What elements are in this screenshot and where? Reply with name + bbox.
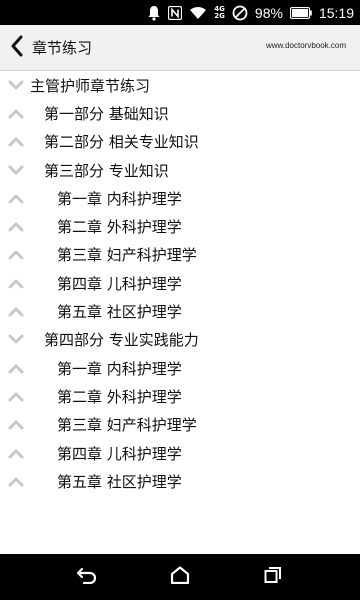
tree-item-label: 第四部分 专业实践能力 [44, 331, 199, 350]
back-button[interactable] [2, 25, 32, 71]
page-title: 章节练习 [32, 39, 93, 57]
chevron-up-icon[interactable] [8, 475, 24, 487]
chevron-up-icon[interactable] [8, 362, 24, 374]
system-nav-bar [0, 554, 360, 600]
chevron-up-icon[interactable] [8, 306, 24, 318]
tree-item-label: 第二部分 相关专业知识 [44, 133, 199, 152]
tree-item-label: 第二章 外科护理学 [57, 387, 182, 406]
tree-item-level-2[interactable]: 第四章 儿科护理学 [0, 439, 360, 467]
chapter-tree: 主管护师章节练习第一部分 基础知识第二部分 相关专业知识 第三部分 专业知识第一章… [0, 71, 360, 495]
chevron-up-icon[interactable] [8, 277, 24, 289]
nav-home-button[interactable] [160, 554, 200, 600]
tree-item-label: 第一章 内科护理学 [57, 189, 182, 208]
tree-item-level-2[interactable]: 第五章 社区护理学 [0, 467, 360, 495]
tree-item-level-2[interactable]: 第四章 儿科护理学 [0, 269, 360, 297]
tree-item-label: 第四章 儿科护理学 [57, 444, 182, 463]
chevron-down-icon[interactable] [8, 164, 24, 176]
battery-percentage: 98% [254, 4, 283, 21]
tree-item-label: 第五章 社区护理学 [57, 303, 182, 322]
recent-apps-icon [264, 566, 282, 588]
tree-item-label: 第一部分 基础知识 [44, 104, 169, 123]
do-not-disturb-icon [232, 5, 248, 21]
tree-item-label: 第二章 外科护理学 [57, 218, 182, 237]
battery-icon [289, 6, 312, 19]
chevron-up-icon[interactable] [8, 447, 24, 459]
tree-item-label: 第一章 内科护理学 [57, 359, 182, 378]
tree-item-level-2[interactable]: 第三章 妇产科护理学 [0, 411, 360, 439]
chevron-left-icon [10, 35, 24, 61]
chevron-down-icon[interactable] [8, 334, 24, 346]
tree-item-label: 第四章 儿科护理学 [57, 274, 182, 293]
nav-back-button[interactable] [67, 554, 107, 600]
tree-item-label: 第三章 妇产科护理学 [57, 246, 197, 265]
chevron-down-icon[interactable] [8, 79, 24, 91]
chevron-up-icon[interactable] [8, 136, 24, 148]
notification-bell-icon [147, 5, 161, 21]
tree-item-level-2[interactable]: 第三章 妇产科护理学 [0, 241, 360, 269]
tree-item-level-1[interactable]: 第三部分 专业知识 [0, 156, 360, 184]
network-type-indicator: 4G 2G [214, 5, 225, 20]
tree-item-level-2[interactable]: 第二章 外科护理学 [0, 212, 360, 240]
site-url: www.doctorvbook.com [265, 41, 346, 50]
status-bar: 4G 2G 98% 15:19 [0, 0, 360, 25]
nfc-icon [168, 5, 183, 20]
tree-item-label: 第五章 社区护理学 [57, 472, 182, 491]
tree-item-level-1[interactable]: 第四部分 专业实践能力 [0, 326, 360, 354]
chevron-up-icon[interactable] [8, 419, 24, 431]
tree-item-level-2[interactable]: 第一章 内科护理学 [0, 184, 360, 212]
nav-recents-button[interactable] [253, 554, 293, 600]
chevron-up-icon[interactable] [8, 107, 24, 119]
app-header: 章节练习 www.doctorvbook.com [0, 25, 360, 71]
tree-item-level-0[interactable]: 主管护师章节练习 [0, 71, 360, 99]
chevron-up-icon[interactable] [8, 249, 24, 261]
tree-item-level-2[interactable]: 第五章 社区护理学 [0, 297, 360, 325]
chevron-up-icon[interactable] [8, 390, 24, 402]
network-bottom-label: 2G [214, 11, 225, 20]
status-time: 15:19 [318, 4, 354, 21]
tree-item-level-2[interactable]: 第一章 内科护理学 [0, 354, 360, 382]
tree-item-label: 主管护师章节练习 [30, 76, 151, 95]
tree-item-label: 第三章 妇产科护理学 [57, 416, 197, 435]
chevron-up-icon[interactable] [8, 221, 24, 233]
chevron-up-icon[interactable] [8, 192, 24, 204]
home-icon [170, 566, 190, 588]
back-arrow-icon [76, 566, 98, 588]
tree-item-level-2[interactable]: 第二章 外科护理学 [0, 382, 360, 410]
tree-item-label: 第三部分 专业知识 [44, 161, 169, 180]
tree-item-level-1[interactable]: 第一部分 基础知识 [0, 99, 360, 127]
wifi-icon [189, 6, 207, 20]
tree-item-level-1[interactable]: 第二部分 相关专业知识 [0, 128, 360, 156]
